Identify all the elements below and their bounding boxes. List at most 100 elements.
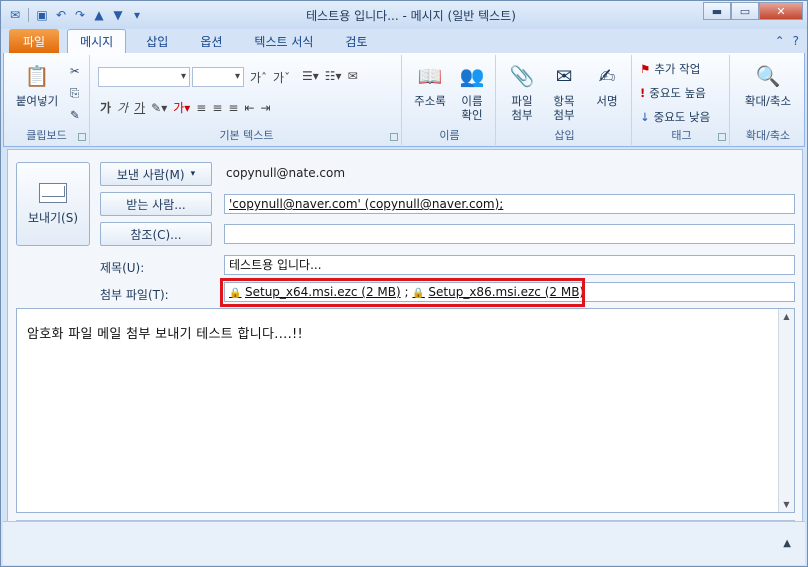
chevron-down-icon: ▾ [190, 169, 196, 179]
align-left-icon[interactable]: ≡ [196, 101, 206, 115]
check-names-icon: 👥 [459, 64, 485, 88]
bullets-icon[interactable]: ☰▾ [302, 69, 319, 83]
grow-font-icon[interactable]: 가ˆ [250, 69, 267, 86]
dialog-launcher-icon[interactable] [718, 133, 726, 141]
up-icon[interactable]: ▲ [91, 7, 107, 23]
cc-button[interactable]: 참조(C)... [100, 222, 212, 246]
dialog-launcher-icon[interactable] [390, 133, 398, 141]
address-book-button[interactable]: 📖 주소록 [408, 61, 452, 108]
italic-icon[interactable]: 가 [117, 99, 128, 116]
tab-message[interactable]: 메시지 [67, 29, 127, 53]
tab-insert[interactable]: 삽입 [134, 29, 180, 53]
attach-file-button[interactable]: 📎 파일 첨부 [502, 61, 542, 122]
tab-file[interactable]: 파일 [9, 29, 60, 53]
low-importance-button[interactable]: ↓ 중요도 낮음 [640, 107, 710, 127]
signature-icon: ✍ [598, 64, 616, 88]
copy-icon[interactable]: ⎘ [70, 83, 79, 103]
paperclip-icon: 📎 [509, 64, 535, 88]
title-bar: ✉ ▣ ↶ ↷ ▲ ▼ ▾ 테스트용 입니다... - 메시지 (일반 텍스트)… [1, 1, 807, 29]
attach-item-button[interactable]: ✉ 항목 첨부 [544, 61, 584, 122]
minimize-ribbon-icon[interactable]: ⌃ [775, 34, 785, 48]
group-label-include: 삽입 [554, 129, 575, 142]
ribbon-corner-icons: ⌃ ? [775, 34, 799, 48]
vertical-scrollbar[interactable]: ▲ ▼ [778, 309, 794, 512]
maximize-button[interactable]: ▭ [731, 2, 759, 20]
envelope-icon: ✉ [555, 64, 573, 88]
font-name-combo[interactable]: ▾ [98, 67, 190, 87]
down-icon[interactable]: ▼ [110, 7, 126, 23]
group-clipboard: 📋 붙여넣기 ✂ ⎘ ✎ 클립보드 [4, 55, 90, 145]
zoom-label: 확대/축소 [744, 94, 792, 108]
highlight-icon[interactable]: ✎▾ [151, 101, 167, 115]
format-buttons: 가 가 가 ✎▾ 가▾ ≡ ≡ ≡ ⇤ ⇥ [100, 99, 271, 116]
decrease-indent-icon[interactable]: ⇤ [244, 101, 254, 115]
format-painter-icon[interactable]: ✎ [70, 105, 80, 125]
cut-icon[interactable]: ✂ [70, 61, 80, 81]
ribbon-tabs: 파일 메시지 삽입 옵션 텍스트 서식 검토 [1, 29, 807, 53]
from-button[interactable]: 보낸 사람(M) ▾ [100, 162, 212, 186]
check-names-button[interactable]: 👥 이름 확인 [452, 61, 492, 122]
minimize-button[interactable]: ▬ [703, 2, 731, 20]
underline-icon[interactable]: 가 [134, 99, 145, 116]
exclamation-icon: ! [640, 86, 646, 100]
high-importance-label: 중요도 높음 [649, 86, 706, 100]
app-icon[interactable]: ✉ [7, 7, 23, 23]
from-value: copynull@nate.com [226, 166, 346, 180]
group-names: 📖 주소록 👥 이름 확인 이름 [404, 55, 496, 145]
paste-button[interactable]: 📋 붙여넣기 [10, 61, 64, 108]
address-book-icon: 📖 [417, 64, 443, 88]
customize-icon[interactable]: ▾ [129, 7, 145, 23]
increase-indent-icon[interactable]: ⇥ [261, 101, 271, 115]
scroll-up-icon[interactable]: ▲ [779, 309, 794, 324]
align-right-icon[interactable]: ≡ [228, 101, 238, 115]
down-arrow-icon: ↓ [640, 110, 650, 124]
message-body[interactable]: 암호화 파일 메일 첨부 보내기 테스트 합니다....!! ▲ ▼ [16, 308, 795, 513]
qat-separator [28, 8, 29, 22]
zoom-button[interactable]: 🔍 확대/축소 [736, 61, 800, 108]
to-button[interactable]: 받는 사람... [100, 192, 212, 216]
undo-icon[interactable]: ↶ [53, 7, 69, 23]
styles-icon[interactable]: ✉ [348, 69, 358, 83]
scroll-down-icon[interactable]: ▼ [779, 497, 794, 512]
save-icon[interactable]: ▣ [34, 7, 50, 23]
magnifier-icon: 🔍 [755, 64, 781, 88]
signature-label: 서명 [596, 94, 618, 108]
tab-format-text[interactable]: 텍스트 서식 [242, 29, 325, 53]
tab-options[interactable]: 옵션 [188, 29, 234, 53]
font-color-icon[interactable]: 가▾ [173, 99, 190, 116]
people-pane-bar: ▲ [3, 521, 805, 565]
message-body-text: 암호화 파일 메일 첨부 보내기 테스트 합니다....!! [27, 327, 304, 342]
help-icon[interactable]: ? [793, 34, 799, 48]
group-label-names: 이름 [439, 129, 460, 142]
font-grow-shrink: 가ˆ 가ˇ [250, 69, 290, 86]
subject-field[interactable]: 테스트용 입니다... [224, 255, 795, 275]
attachments-label: 첨부 파일(T): [100, 288, 169, 302]
dialog-launcher-icon[interactable] [78, 133, 86, 141]
from-button-label: 보낸 사람(M) [116, 167, 185, 182]
highlight-box [220, 278, 585, 307]
signature-button[interactable]: ✍ 서명 [586, 61, 628, 108]
follow-up-button[interactable]: ⚑ 추가 작업 [640, 59, 700, 79]
shrink-font-icon[interactable]: 가ˇ [273, 69, 290, 86]
check-names-label-1: 이름 [461, 94, 483, 108]
quick-access-toolbar: ✉ ▣ ↶ ↷ ▲ ▼ ▾ [1, 7, 145, 23]
tab-review[interactable]: 검토 [333, 29, 379, 53]
group-include: 📎 파일 첨부 ✉ 항목 첨부 ✍ 서명 삽입 [498, 55, 632, 145]
group-tags: ⚑ 추가 작업 ! 중요도 높음 ↓ 중요도 낮음 태그 [634, 55, 730, 145]
align-center-icon[interactable]: ≡ [212, 101, 222, 115]
send-button[interactable]: 보내기(S) [16, 162, 90, 246]
expand-people-pane-icon[interactable]: ▲ [783, 538, 791, 549]
window-title: 테스트용 입니다... - 메시지 (일반 텍스트) [306, 9, 516, 23]
high-importance-button[interactable]: ! 중요도 높음 [640, 83, 706, 103]
list-buttons: ☰▾ ☷▾ ✉ [302, 69, 358, 83]
flag-icon: ⚑ [640, 62, 651, 76]
to-field[interactable]: 'copynull@naver.com' (copynull@naver.com… [224, 194, 795, 214]
cc-field[interactable] [224, 224, 795, 244]
group-label-tags: 태그 [671, 129, 692, 142]
message-window: ✉ ▣ ↶ ↷ ▲ ▼ ▾ 테스트용 입니다... - 메시지 (일반 텍스트)… [0, 0, 808, 567]
redo-icon[interactable]: ↷ [72, 7, 88, 23]
bold-icon[interactable]: 가 [100, 99, 111, 116]
numbering-icon[interactable]: ☷▾ [325, 69, 342, 83]
font-size-combo[interactable]: ▾ [192, 67, 244, 87]
close-button[interactable]: ✕ [759, 2, 803, 20]
